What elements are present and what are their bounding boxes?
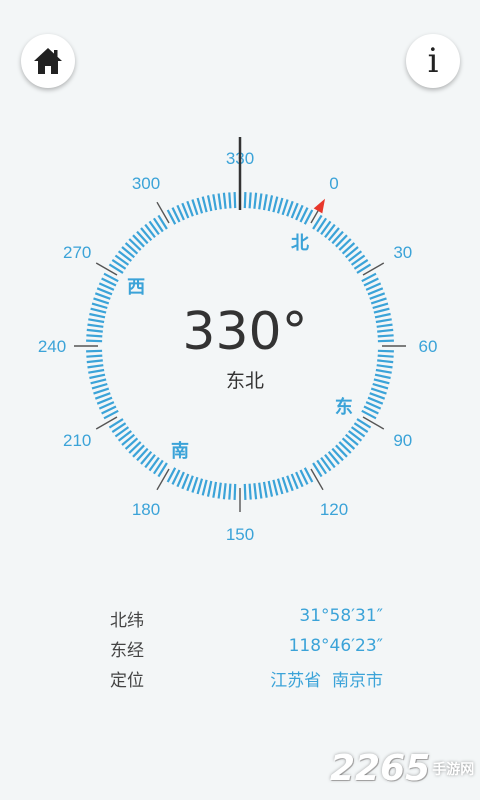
compass-minor-tick (228, 483, 232, 500)
compass-minor-tick (253, 483, 258, 500)
compass-minor-tick (281, 199, 289, 216)
compass-minor-tick (369, 292, 386, 300)
compass-minor-tick (222, 192, 227, 209)
latitude-label: 北纬 (110, 611, 144, 631)
compass-minor-tick (369, 392, 386, 400)
compass-major-tick (156, 201, 170, 224)
compass-minor-tick (228, 192, 232, 209)
compass-minor-tick (233, 483, 237, 500)
watermark-logo: 2265 手游网 (330, 748, 474, 789)
compass-minor-tick (258, 482, 263, 499)
position-label: 定位 (110, 671, 144, 691)
compass-minor-tick (217, 482, 222, 499)
compass-scale-label: 210 (63, 431, 91, 450)
cardinal-east: 东 (335, 396, 353, 418)
compass-minor-tick (206, 480, 213, 497)
compass-minor-tick (272, 196, 279, 213)
compass-minor-tick (272, 479, 279, 496)
compass-minor-tick (94, 292, 111, 300)
compass-minor-tick (248, 483, 252, 500)
compass-minor-tick (276, 197, 284, 214)
heading-degrees: 330° (182, 302, 308, 362)
compass-scale-label: 120 (320, 500, 348, 519)
compass-minor-tick (243, 192, 247, 209)
cardinal-north: 北 (291, 233, 309, 254)
position-value: 江苏省 南京市 (270, 671, 383, 691)
compass-minor-tick (201, 479, 208, 496)
compass-scale-label: 270 (63, 243, 91, 262)
compass-scale-label: 180 (132, 500, 160, 519)
compass-minor-tick (248, 192, 252, 209)
watermark-text: 手游网 (432, 761, 475, 778)
compass-major-tick (95, 262, 118, 276)
compass-minor-tick (253, 192, 258, 209)
compass-minor-tick (206, 195, 213, 212)
compass-minor-tick (267, 195, 274, 212)
compass-scale-label: 0 (329, 174, 338, 193)
compass-minor-tick (276, 478, 284, 495)
north-pointer-arrow (313, 198, 325, 214)
longitude-row: 东经 118°46′23″ (0, 636, 480, 666)
compass-major-tick (310, 468, 324, 491)
longitude-value: 118°46′23″ (288, 636, 383, 656)
compass-scale-label: 150 (226, 525, 254, 544)
compass-minor-tick (286, 475, 294, 492)
compass-major-tick (362, 416, 385, 430)
compass-minor-tick (262, 194, 268, 211)
compass-minor-tick (94, 392, 111, 400)
compass-minor-tick (212, 194, 218, 211)
latitude-value: 31°58′31″ (299, 606, 383, 626)
compass-major-tick (362, 262, 385, 276)
cardinal-west: 西 (127, 277, 145, 298)
info-button[interactable]: i (406, 34, 460, 88)
compass-major-tick (95, 416, 118, 430)
compass-minor-tick (186, 200, 194, 217)
compass-scale-label: 300 (132, 174, 160, 193)
latitude-row: 北纬 31°58′31″ (0, 606, 480, 636)
compass-minor-tick (233, 192, 237, 209)
compass-minor-tick (267, 480, 274, 497)
home-icon (34, 48, 62, 74)
north-pointer-icon (313, 198, 325, 214)
position-row: 定位 江苏省 南京市 (0, 666, 480, 696)
compass-minor-tick (243, 483, 247, 500)
compass-minor-tick (262, 481, 268, 498)
compass-minor-tick (286, 200, 294, 217)
compass-minor-tick (222, 483, 227, 500)
watermark-number: 2265 (330, 748, 431, 789)
compass-scale-label: 30 (393, 243, 412, 262)
compass-minor-tick (201, 196, 208, 213)
compass-major-tick (156, 468, 170, 491)
heading-direction: 东北 (225, 370, 264, 392)
compass-minor-tick (191, 199, 199, 216)
compass-minor-tick (196, 197, 204, 214)
cardinal-south: 南 (171, 440, 189, 462)
compass-scale-label: 90 (393, 431, 412, 450)
compass-minor-tick (281, 476, 289, 493)
compass-minor-tick (258, 193, 263, 210)
compass-minor-tick (186, 475, 194, 492)
info-icon: i (427, 41, 439, 81)
compass-minor-tick (196, 478, 204, 495)
compass-minor-tick (217, 193, 222, 210)
compass-minor-tick (191, 476, 199, 493)
home-button[interactable] (21, 34, 75, 88)
compass-minor-tick (212, 481, 218, 498)
longitude-label: 东经 (110, 641, 144, 661)
